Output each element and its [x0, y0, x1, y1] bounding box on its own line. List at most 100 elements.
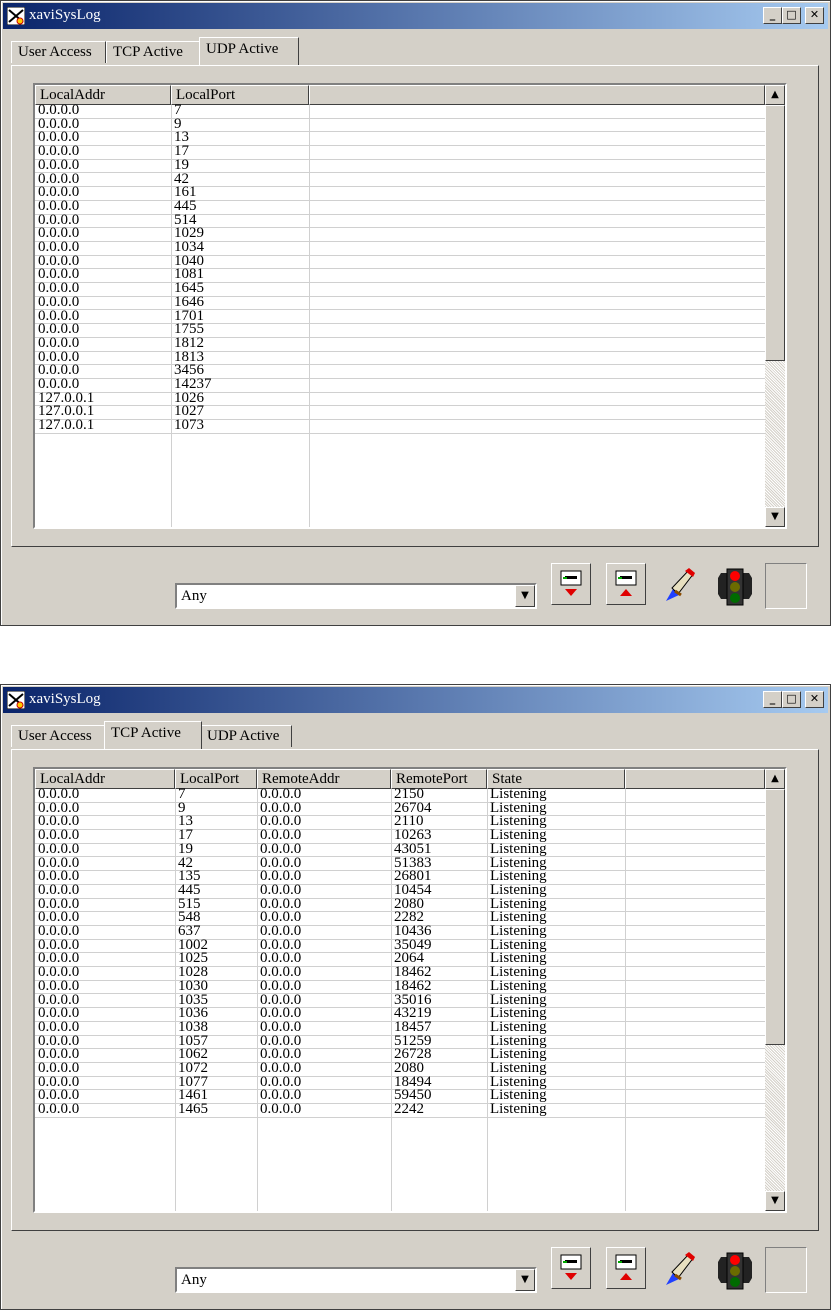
scroll-up-icon — [615, 1254, 637, 1280]
scroll-up-arrow-icon[interactable]: ▲ — [765, 85, 785, 105]
table-row[interactable]: 0.0.0.0 1465 0.0.0.0 2242 Listening — [35, 1101, 765, 1118]
table-row[interactable]: 0.0.0.0 1646 — [35, 294, 765, 311]
app-icon — [7, 7, 25, 25]
table-row[interactable]: 0.0.0.0 161 — [35, 185, 765, 201]
table-row[interactable]: 0.0.0.0 7 — [35, 103, 765, 119]
table-cell: Listening — [490, 1101, 547, 1118]
table-row[interactable]: 0.0.0.0 17 — [35, 144, 765, 160]
col-local-port[interactable]: LocalPort — [175, 769, 257, 789]
table-row[interactable]: 0.0.0.0 1701 — [35, 308, 765, 325]
tcp-window: xaviSysLog _ □ ✕ User Access TCP Active … — [0, 684, 831, 1310]
minimize-button[interactable]: _ — [763, 7, 782, 24]
window-title: xaviSysLog — [29, 691, 101, 707]
filter-value: Any — [181, 588, 207, 604]
scroll-down-button[interactable] — [551, 1247, 591, 1289]
traffic-light-icon — [718, 1252, 752, 1290]
col-blank[interactable] — [309, 85, 765, 105]
title-bar[interactable]: xaviSysLog _ □ ✕ — [3, 3, 828, 29]
filter-combobox[interactable]: Any ▼ — [175, 1267, 537, 1293]
table-row[interactable]: 0.0.0.0 14237 — [35, 377, 765, 393]
column-divider — [391, 789, 392, 1211]
filter-combobox[interactable]: Any ▼ — [175, 583, 537, 609]
table-cell: 1073 — [174, 417, 204, 434]
minimize-button[interactable]: _ — [763, 691, 782, 708]
status-box — [765, 1247, 807, 1293]
chevron-down-icon[interactable]: ▼ — [515, 1269, 535, 1291]
tab-udp-active[interactable]: UDP Active — [200, 725, 292, 747]
clear-button[interactable] — [659, 563, 699, 605]
vertical-scrollbar[interactable]: ▲ ▼ — [765, 769, 785, 1211]
scroll-down-button[interactable] — [551, 563, 591, 605]
table-row[interactable]: 127.0.0.1 1026 — [35, 390, 765, 407]
udp-rows: 0.0.0.0 7 0.0.0.0 9 0.0.0.0 13 0.0.0.0 17 0.0.0.… — [35, 103, 765, 527]
table-row[interactable]: 0.0.0.0 19 — [35, 157, 765, 174]
tcp-rows: 0.0.0.0 7 0.0.0.0 2150 Listening 0.0.0.0 9 0.0.… — [35, 787, 765, 1211]
scroll-up-button[interactable] — [606, 563, 646, 605]
table-row[interactable]: 0.0.0.0 9 — [35, 116, 765, 133]
window-title: xaviSysLog — [29, 7, 101, 23]
column-divider — [175, 789, 176, 1211]
table-cell: 0.0.0.0 — [260, 1101, 302, 1118]
table-row[interactable]: 0.0.0.0 1040 — [35, 253, 765, 270]
table-row[interactable]: 0.0.0.0 445 — [35, 198, 765, 215]
maximize-button[interactable]: □ — [782, 691, 801, 708]
tab-tcp-active[interactable]: TCP Active — [106, 41, 201, 63]
app-icon — [7, 691, 25, 709]
column-divider — [257, 789, 258, 1211]
table-row[interactable]: 0.0.0.0 514 — [35, 212, 765, 229]
tab-user-access[interactable]: User Access — [11, 725, 106, 747]
column-divider — [487, 789, 488, 1211]
table-row[interactable]: 127.0.0.1 1027 — [35, 404, 765, 421]
col-local-port[interactable]: LocalPort — [171, 85, 309, 105]
col-blank[interactable] — [625, 769, 765, 789]
chevron-down-icon[interactable]: ▼ — [515, 585, 535, 607]
tab-user-access[interactable]: User Access — [11, 41, 106, 63]
table-cell: 2242 — [394, 1101, 424, 1118]
scroll-down-arrow-icon[interactable]: ▼ — [765, 1191, 785, 1211]
table-cell: 1465 — [178, 1101, 208, 1118]
table-cell: 127.0.0.1 — [38, 417, 95, 434]
table-row[interactable]: 0.0.0.0 1029 — [35, 226, 765, 242]
traffic-light-button[interactable] — [713, 1247, 753, 1290]
column-divider — [171, 105, 172, 527]
scroll-up-arrow-icon[interactable]: ▲ — [765, 769, 785, 789]
scroll-thumb[interactable] — [765, 789, 785, 1045]
table-row[interactable]: 0.0.0.0 1645 — [35, 281, 765, 297]
traffic-light-button[interactable] — [713, 563, 753, 606]
table-row[interactable]: 127.0.0.1 1073 — [35, 417, 765, 434]
close-button[interactable]: ✕ — [805, 7, 824, 24]
table-row[interactable]: 0.0.0.0 1755 — [35, 322, 765, 338]
maximize-button[interactable]: □ — [782, 7, 801, 24]
table-row[interactable]: 0.0.0.0 1034 — [35, 240, 765, 256]
table-row[interactable]: 0.0.0.0 42 — [35, 171, 765, 188]
table-row[interactable]: 0.0.0.0 1081 — [35, 267, 765, 284]
scroll-up-button[interactable] — [606, 1247, 646, 1289]
status-box — [765, 563, 807, 609]
table-cell: 0.0.0.0 — [38, 1101, 80, 1118]
column-divider — [309, 105, 310, 527]
tab-udp-active[interactable]: UDP Active — [199, 37, 299, 65]
column-divider — [625, 789, 626, 1211]
table-row[interactable]: 0.0.0.0 1813 — [35, 349, 765, 366]
traffic-light-icon — [718, 568, 752, 606]
vertical-scrollbar[interactable]: ▲ ▼ — [765, 85, 785, 527]
title-bar[interactable]: xaviSysLog _ □ ✕ — [3, 687, 828, 713]
clear-button[interactable] — [659, 1247, 699, 1289]
table-row[interactable]: 0.0.0.0 13 — [35, 130, 765, 147]
udp-list-view[interactable]: LocalAddr LocalPort 0.0.0.0 7 0.0.0.0 9 0.0.… — [33, 83, 787, 529]
close-button[interactable]: ✕ — [805, 691, 824, 708]
scroll-down-icon — [560, 1254, 582, 1280]
scroll-down-arrow-icon[interactable]: ▼ — [765, 507, 785, 527]
table-row[interactable]: 0.0.0.0 1812 — [35, 335, 765, 352]
paintbrush-icon — [666, 1252, 695, 1285]
tcp-list-view[interactable]: LocalAddr LocalPort RemoteAddr RemotePor… — [33, 767, 787, 1213]
table-row[interactable]: 0.0.0.0 3456 — [35, 363, 765, 379]
scroll-thumb[interactable] — [765, 105, 785, 361]
udp-window: xaviSysLog _ □ ✕ User Access TCP Active … — [0, 0, 831, 626]
scroll-up-icon — [615, 570, 637, 596]
scroll-down-icon — [560, 570, 582, 596]
column-header: LocalAddr LocalPort — [35, 85, 765, 105]
tab-tcp-active[interactable]: TCP Active — [104, 721, 202, 749]
paintbrush-icon — [666, 568, 695, 601]
filter-value: Any — [181, 1272, 207, 1288]
